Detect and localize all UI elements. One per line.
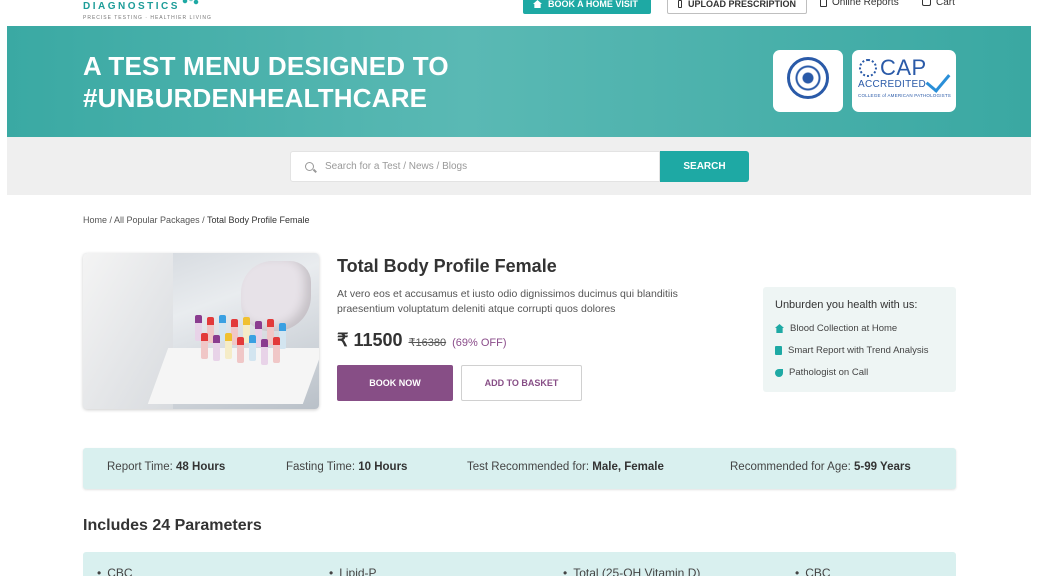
search-section: SEARCH xyxy=(7,137,1031,195)
test-tube-graphic xyxy=(261,339,268,365)
cap-emblem-icon xyxy=(859,59,877,77)
benefit-label: Pathologist on Call xyxy=(789,367,869,378)
test-info-strip: Report Time: 48 Hours Fasting Time: 10 H… xyxy=(83,448,956,489)
parameter-item: CBC xyxy=(795,566,830,576)
top-navigation: DIAGNOSTICS PRECISE TESTING · HEALTHIER … xyxy=(0,0,1038,26)
nabl-seal-icon xyxy=(787,57,829,99)
search-icon xyxy=(305,162,314,171)
online-reports-link[interactable]: Online Reports xyxy=(820,0,899,8)
recommended-age-value: 5-99 Years xyxy=(854,461,911,473)
test-tube-graphic xyxy=(249,335,256,361)
test-tube-graphic xyxy=(237,337,244,363)
cap-accreditation-badge: CAP ACCREDITED COLLEGE of AMERICAN PATHO… xyxy=(852,50,956,112)
breadcrumb-separator: / xyxy=(199,215,207,225)
price-block: ₹ 11500 ₹16380 (69% OFF) xyxy=(337,330,507,351)
cap-accredited: ACCREDITED xyxy=(858,79,927,90)
test-tube-graphic xyxy=(273,337,280,363)
phone-icon xyxy=(775,368,783,377)
upload-prescription-button[interactable]: UPLOAD PRESCRIPTION xyxy=(667,0,807,14)
book-home-visit-button[interactable]: BOOK A HOME VISIT xyxy=(523,0,651,14)
parameter-item: Lipid-P xyxy=(329,566,376,576)
cart-label: Cart xyxy=(936,0,955,8)
cap-subtitle: COLLEGE of AMERICAN PATHOLOGISTS xyxy=(858,93,952,98)
benefit-label: Smart Report with Trend Analysis xyxy=(788,345,929,356)
benefits-title: Unburden you health with us: xyxy=(775,299,918,311)
benefit-item: Blood Collection at Home xyxy=(775,323,897,334)
cap-word: CAP xyxy=(880,55,927,80)
discount-label: (69% OFF) xyxy=(452,337,507,349)
document-icon xyxy=(678,0,682,8)
report-time: Report Time: 48 Hours xyxy=(107,461,225,473)
parameter-item: CBC xyxy=(97,566,132,576)
test-tube-graphic xyxy=(213,335,220,361)
fasting-time-label: Fasting Time: xyxy=(286,461,356,473)
upload-prescription-label: UPLOAD PRESCRIPTION xyxy=(687,0,796,9)
test-tube-rack-graphic xyxy=(147,348,319,404)
parameters-title: Includes 24 Parameters xyxy=(83,517,262,534)
book-now-button[interactable]: BOOK NOW xyxy=(337,365,453,401)
product-title: Total Body Profile Female xyxy=(337,256,557,276)
hero-banner: A TEST MENU DESIGNED TO #UNBURDENHEALTHC… xyxy=(7,26,1031,137)
recommended-for-label: Test Recommended for: xyxy=(467,461,590,473)
test-tube-graphic xyxy=(225,333,232,359)
breadcrumb-separator: / xyxy=(107,215,115,225)
report-time-label: Report Time: xyxy=(107,461,173,473)
benefits-panel: Unburden you health with us: Blood Colle… xyxy=(763,287,956,392)
recommended-age-label: Recommended for Age: xyxy=(730,461,851,473)
hero-title-line-1: A TEST MENU DESIGNED TO xyxy=(83,51,449,81)
cart-icon xyxy=(922,0,931,6)
product-image xyxy=(83,253,319,409)
hero-title: A TEST MENU DESIGNED TO #UNBURDENHEALTHC… xyxy=(83,50,449,114)
benefit-item: Smart Report with Trend Analysis xyxy=(775,345,928,356)
benefit-item: Pathologist on Call xyxy=(775,367,868,378)
glove-graphic xyxy=(241,261,311,331)
cart-link[interactable]: Cart xyxy=(922,0,955,8)
breadcrumb-home[interactable]: Home xyxy=(83,215,107,225)
original-price: ₹16380 xyxy=(408,337,447,349)
brand-logo[interactable]: DIAGNOSTICS PRECISE TESTING · HEALTHIER … xyxy=(83,0,212,21)
recommended-age: Recommended for Age: 5-99 Years xyxy=(730,461,911,473)
report-icon xyxy=(820,0,827,7)
home-icon xyxy=(533,0,542,8)
online-reports-label: Online Reports xyxy=(832,0,899,8)
search-input[interactable] xyxy=(325,152,645,181)
hero-title-line-2: #UNBURDENHEALTHCARE xyxy=(83,83,428,113)
add-to-basket-button[interactable]: ADD TO BASKET xyxy=(461,365,582,401)
breadcrumb-packages[interactable]: All Popular Packages xyxy=(114,215,200,225)
benefit-label: Blood Collection at Home xyxy=(790,323,898,334)
product-description: At vero eos et accusamus et iusto odio d… xyxy=(337,288,678,315)
breadcrumb: Home / All Popular Packages / Total Body… xyxy=(83,215,309,225)
recommended-for-value: Male, Female xyxy=(592,461,664,473)
search-box xyxy=(290,151,660,182)
breadcrumb-current: Total Body Profile Female xyxy=(206,215,310,225)
parameter-item: Total (25-OH Vitamin D) xyxy=(563,566,700,576)
recommended-for: Test Recommended for: Male, Female xyxy=(467,461,664,473)
checkmark-icon xyxy=(925,67,951,93)
book-home-visit-label: BOOK A HOME VISIT xyxy=(548,0,638,9)
nabl-accreditation-badge xyxy=(773,50,843,112)
test-tube-graphic xyxy=(201,333,208,359)
brand-tagline: PRECISE TESTING · HEALTHIER LIVING xyxy=(83,15,212,21)
brand-name: DIAGNOSTICS xyxy=(83,1,180,12)
fasting-time: Fasting Time: 10 Hours xyxy=(286,461,407,473)
search-button[interactable]: SEARCH xyxy=(660,151,749,182)
fasting-time-value: 10 Hours xyxy=(358,461,408,473)
current-price: ₹ 11500 xyxy=(337,330,403,350)
report-time-value: 48 Hours xyxy=(176,461,226,473)
logo-mark-icon xyxy=(181,0,200,6)
test-tube-graphic xyxy=(279,323,286,349)
report-icon xyxy=(775,346,782,355)
home-icon xyxy=(775,324,784,333)
parameters-list: CBC Lipid-P Total (25-OH Vitamin D) CBC xyxy=(83,552,956,576)
